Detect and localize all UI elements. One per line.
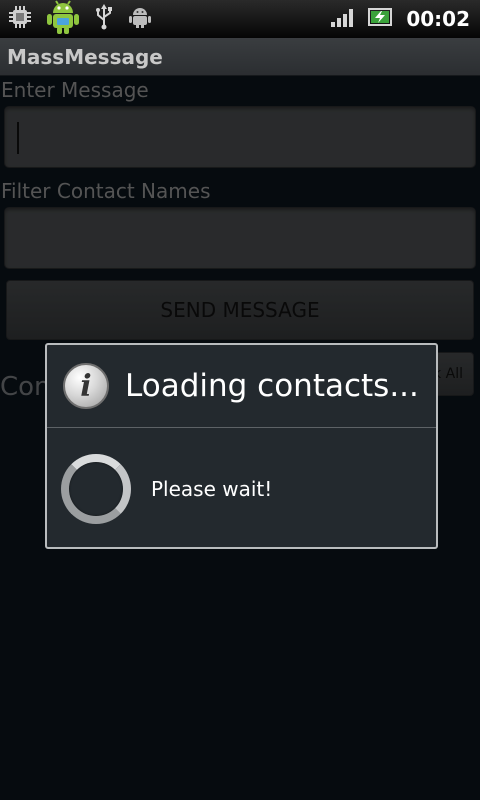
app-title: MassMessage bbox=[7, 44, 163, 69]
cpu-icon bbox=[8, 5, 32, 33]
usb-icon bbox=[94, 4, 114, 34]
dialog-message: Please wait! bbox=[151, 476, 273, 501]
dialog-body: Please wait! bbox=[47, 430, 436, 547]
dialog-title: Loading contacts... bbox=[125, 368, 419, 404]
dialog-header: i Loading contacts... bbox=[47, 345, 436, 428]
battery-charging-icon bbox=[368, 6, 394, 32]
android-icon bbox=[128, 5, 152, 33]
signal-icon bbox=[330, 6, 356, 32]
status-bar: 00:02 bbox=[0, 0, 480, 38]
loading-dialog: i Loading contacts... Please wait! bbox=[45, 343, 438, 549]
status-time: 00:02 bbox=[406, 7, 470, 31]
loading-spinner-icon bbox=[61, 453, 131, 524]
android-debug-icon bbox=[46, 0, 80, 39]
info-icon: i bbox=[63, 363, 109, 409]
app-title-bar: MassMessage bbox=[0, 38, 480, 76]
